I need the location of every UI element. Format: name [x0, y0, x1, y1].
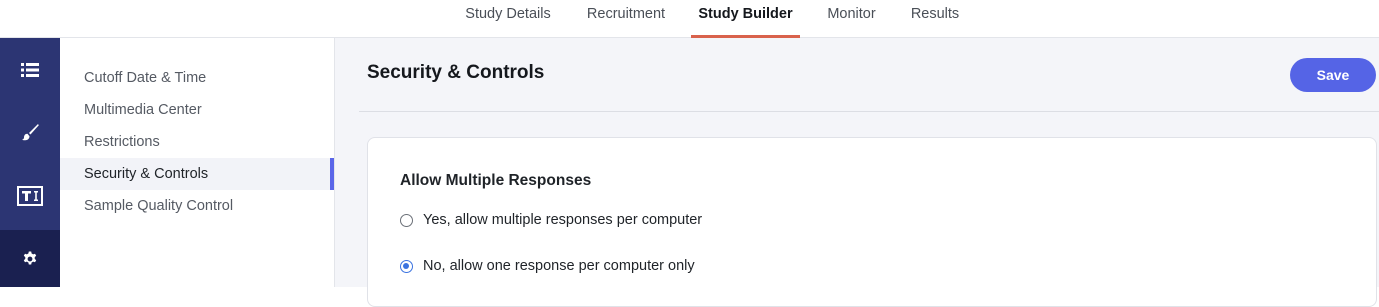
- save-button[interactable]: Save: [1290, 58, 1376, 92]
- allow-multiple-responses-card: Allow Multiple Responses Yes, allow mult…: [367, 137, 1377, 307]
- radio-option-label: No, allow one response per computer only: [423, 258, 695, 274]
- header-divider: [359, 111, 1379, 112]
- radio-option-label: Yes, allow multiple responses per comput…: [423, 212, 703, 228]
- gear-icon: [23, 251, 37, 264]
- list-icon: [21, 63, 39, 77]
- radio-option-allow-multiple[interactable]: Yes, allow multiple responses per comput…: [400, 212, 702, 228]
- subnav-item-multimedia-center[interactable]: Multimedia Center: [60, 94, 334, 126]
- tab-study-builder[interactable]: Study Builder: [691, 0, 800, 38]
- brush-icon: [22, 124, 39, 141]
- tab-monitor[interactable]: Monitor: [825, 0, 878, 38]
- rail-button-settings[interactable]: [0, 230, 60, 287]
- section-title: Allow Multiple Responses: [400, 172, 592, 189]
- main-content: Security & Controls Save Allow Multiple …: [335, 38, 1379, 307]
- radio-button-selected[interactable]: [400, 259, 413, 273]
- tab-results[interactable]: Results: [910, 0, 960, 38]
- rail-button-theme[interactable]: [0, 100, 60, 164]
- tab-study-details[interactable]: Study Details: [463, 0, 553, 38]
- rail-button-list[interactable]: [0, 38, 60, 102]
- rail-button-text[interactable]: [0, 164, 60, 228]
- subnav-item-sample-quality-control[interactable]: Sample Quality Control: [60, 190, 334, 222]
- subnav-item-restrictions[interactable]: Restrictions: [60, 126, 334, 158]
- subnav-item-cutoff-date-time[interactable]: Cutoff Date & Time: [60, 62, 334, 94]
- subnav-item-security-controls[interactable]: Security & Controls: [60, 158, 334, 190]
- settings-subnav: Cutoff Date & Time Multimedia Center Res…: [60, 38, 335, 287]
- page-title: Security & Controls: [367, 62, 545, 83]
- text-tool-icon: [17, 186, 43, 206]
- tab-recruitment[interactable]: Recruitment: [585, 0, 667, 38]
- icon-rail: [0, 38, 60, 287]
- top-tab-bar: Study Details Recruitment Study Builder …: [0, 0, 1379, 38]
- radio-button[interactable]: [400, 213, 413, 227]
- radio-option-one-response[interactable]: No, allow one response per computer only: [400, 258, 695, 274]
